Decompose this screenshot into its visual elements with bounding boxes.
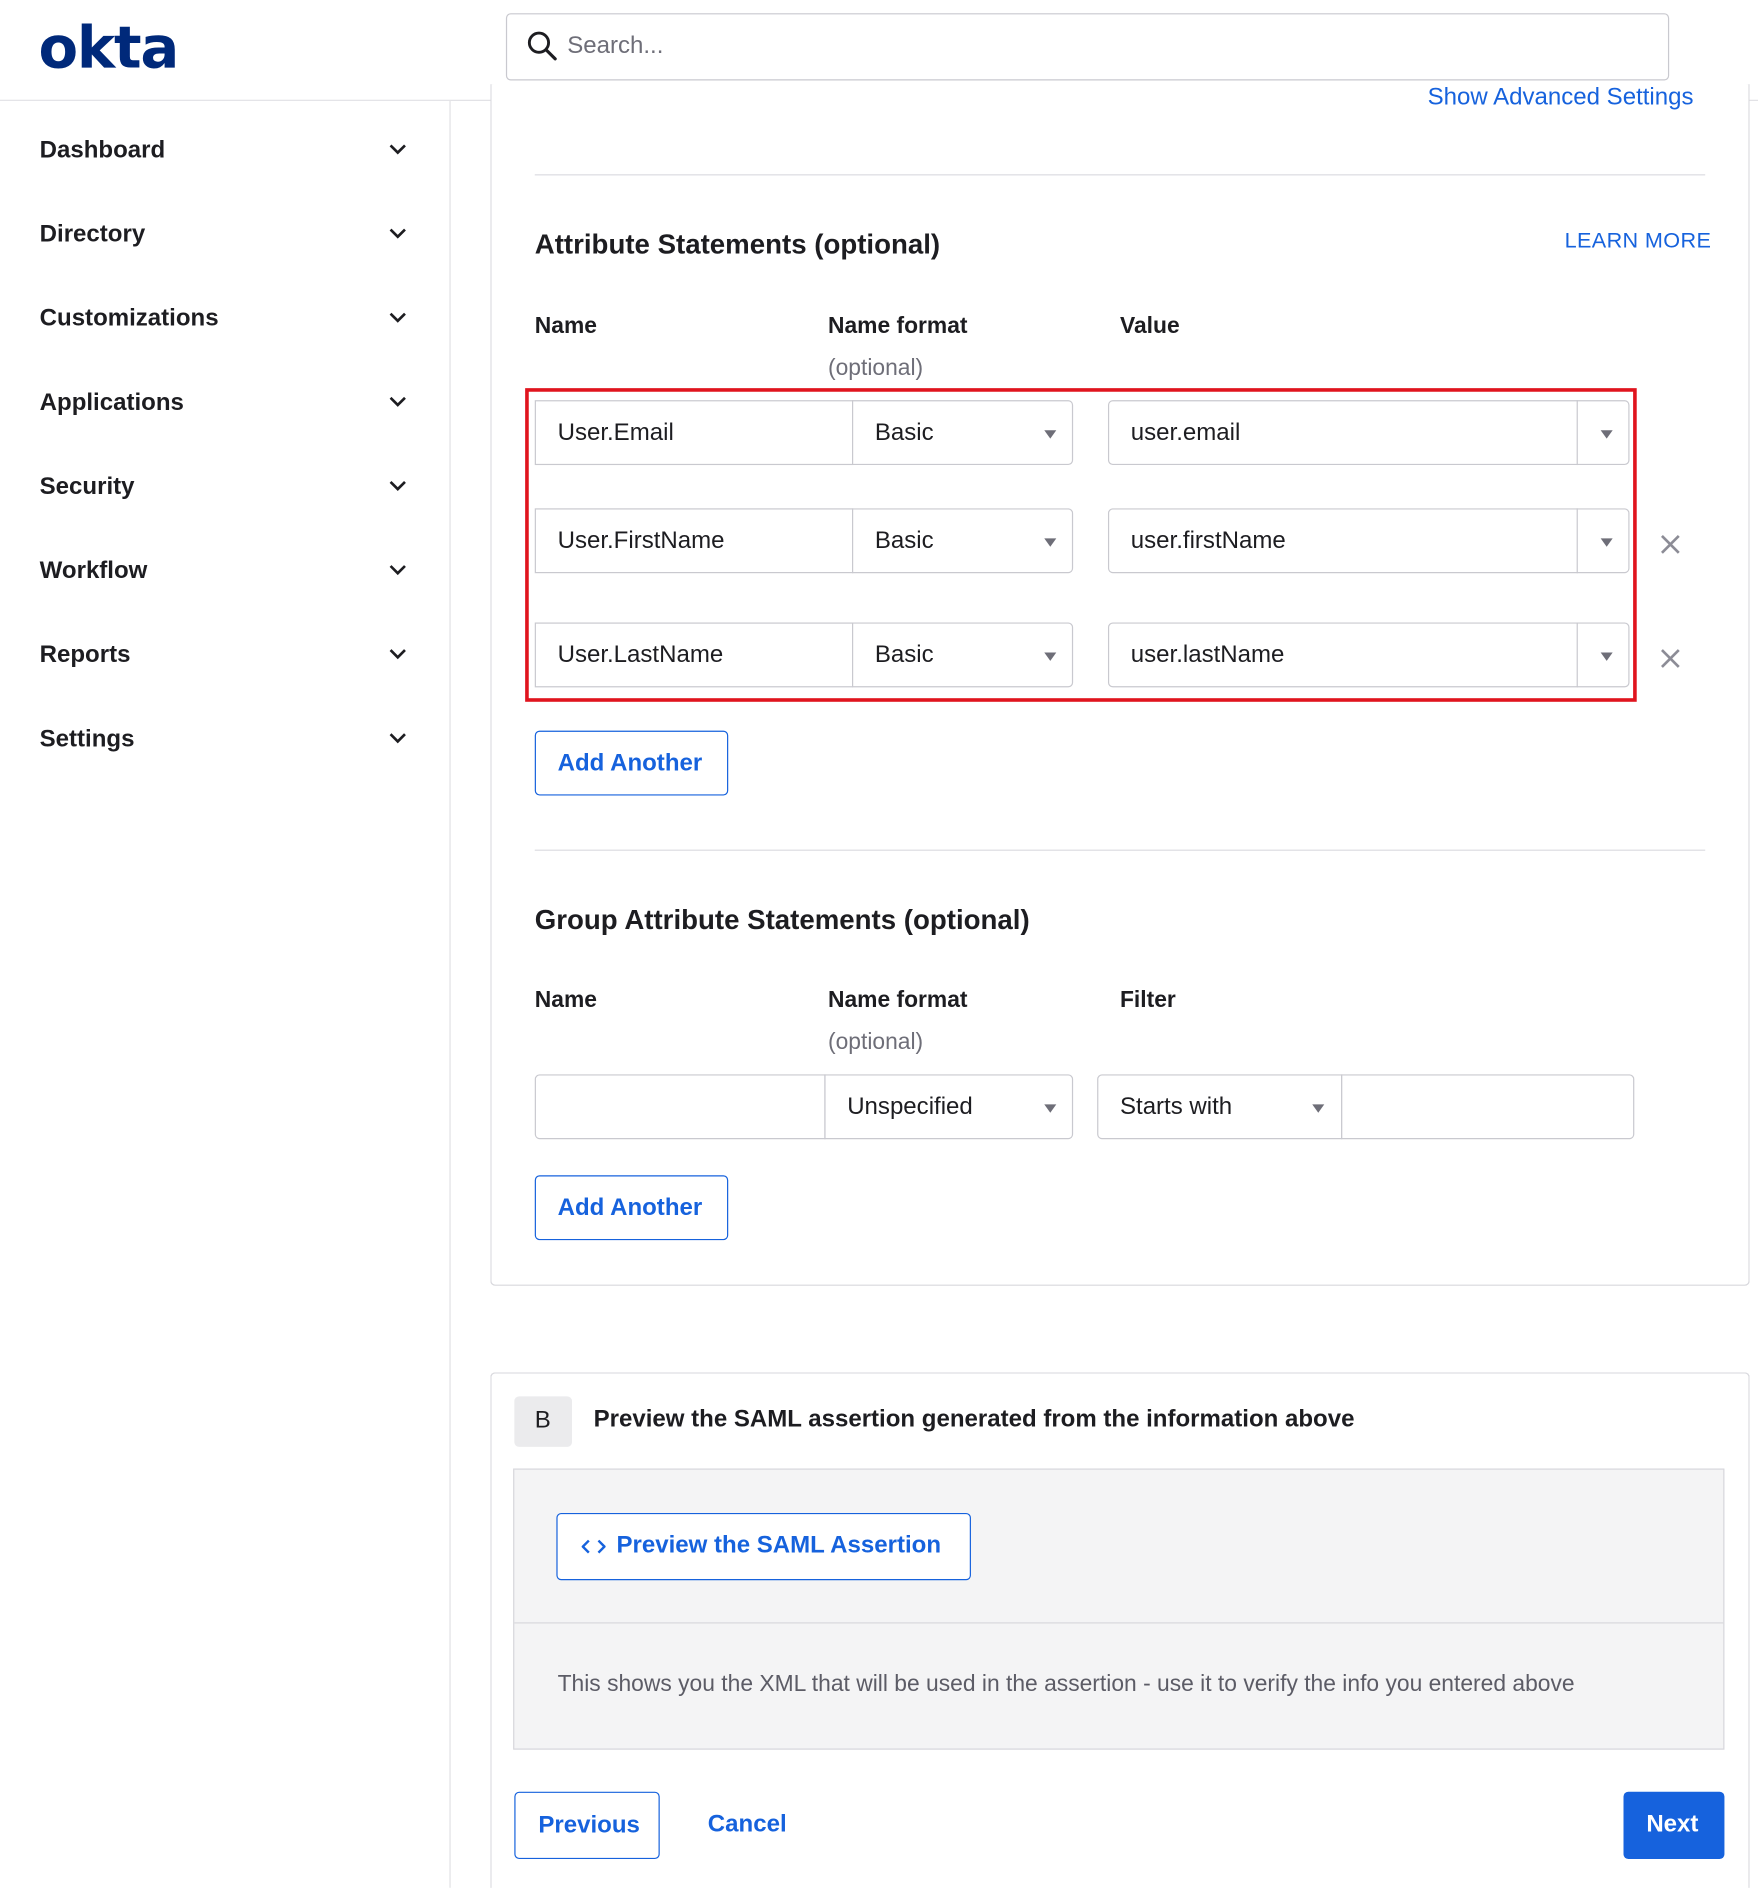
divider [514, 1622, 1724, 1624]
column-header-name-format: Name format [827, 313, 968, 339]
button-label: Add Another [557, 749, 703, 777]
column-header-optional: (optional) [827, 1029, 924, 1056]
sidebar-item-label: Directory [39, 221, 146, 248]
button-label: Add Another [557, 1194, 703, 1221]
sidebar-item-label: Reports [39, 641, 131, 669]
highlight-annotation [525, 388, 1637, 702]
preview-help-text: This shows you the XML that will be used… [557, 1671, 1575, 1697]
group-attribute-statements-title: Group Attribute Statements (optional) [534, 903, 1030, 935]
button-label: Next [1646, 1810, 1699, 1838]
name-format-value: Unspecified [847, 1093, 973, 1120]
button-label: Previous [538, 1812, 640, 1839]
group-name-format-select[interactable]: Unspecified [824, 1074, 1074, 1140]
sidebar-item-label: Applications [39, 389, 184, 416]
code-icon [581, 1539, 606, 1554]
add-another-attribute-button[interactable]: Add Another [534, 730, 729, 796]
sidebar-item-label: Dashboard [39, 136, 166, 164]
sidebar-item-workflow[interactable]: Workflow [0, 543, 449, 603]
preview-panel: Preview the SAML Assertion This shows yo… [513, 1468, 1725, 1750]
cancel-button[interactable]: Cancel [708, 1811, 787, 1839]
sidebar-item-reports[interactable]: Reports [0, 627, 449, 687]
chevron-down-icon [389, 312, 406, 323]
next-button[interactable]: Next [1623, 1791, 1725, 1860]
remove-row-icon[interactable] [1658, 532, 1682, 556]
sidebar: Dashboard Directory Customizations Appli… [0, 100, 451, 1888]
remove-row-icon[interactable] [1658, 647, 1682, 671]
group-name-input[interactable] [534, 1074, 826, 1140]
filter-type-select[interactable]: Starts with [1097, 1074, 1343, 1140]
filter-type-value: Starts with [1119, 1093, 1233, 1120]
column-header-filter: Filter [1119, 987, 1176, 1014]
learn-more-link[interactable]: LEARN MORE [1565, 228, 1712, 253]
step-letter: B [534, 1407, 551, 1434]
chevron-down-icon [389, 565, 406, 576]
chevron-down-icon [389, 733, 406, 744]
caret-down-icon [1044, 1104, 1057, 1113]
filter-value-input[interactable] [1341, 1074, 1635, 1140]
divider [534, 849, 1706, 851]
column-header-value: Value [1119, 313, 1180, 339]
search-icon [527, 31, 557, 61]
previous-button[interactable]: Previous [514, 1791, 660, 1860]
step-badge: B [514, 1396, 573, 1447]
button-label: Preview the SAML Assertion [616, 1532, 942, 1559]
sidebar-item-label: Settings [39, 725, 135, 753]
caret-down-icon [1312, 1104, 1325, 1113]
okta-logo[interactable]: okta [38, 14, 179, 81]
show-advanced-settings-link[interactable]: Show Advanced Settings [1428, 84, 1694, 112]
column-header-optional: (optional) [827, 355, 924, 381]
column-header-name-format: Name format [827, 987, 968, 1014]
sidebar-item-applications[interactable]: Applications [0, 375, 449, 435]
search-input[interactable]: Search... [505, 13, 1670, 81]
chevron-down-icon [389, 480, 406, 491]
preview-section-title: Preview the SAML assertion generated fro… [593, 1405, 1355, 1433]
sidebar-item-security[interactable]: Security [0, 459, 449, 519]
chevron-down-icon [389, 396, 406, 407]
search-placeholder: Search... [567, 32, 664, 59]
divider [534, 174, 1706, 176]
column-header-name: Name [534, 313, 597, 339]
attribute-statements-title: Attribute Statements (optional) [534, 228, 941, 260]
column-header-name: Name [534, 987, 597, 1014]
add-another-group-button[interactable]: Add Another [534, 1175, 729, 1241]
sidebar-item-label: Workflow [39, 557, 148, 585]
sidebar-item-customizations[interactable]: Customizations [0, 291, 449, 351]
sidebar-item-label: Customizations [39, 305, 219, 332]
sidebar-item-directory[interactable]: Directory [0, 207, 449, 267]
preview-saml-assertion-button[interactable]: Preview the SAML Assertion [556, 1512, 971, 1581]
chevron-down-icon [389, 144, 406, 155]
chevron-down-icon [389, 228, 406, 239]
chevron-down-icon [389, 649, 406, 660]
sidebar-item-dashboard[interactable]: Dashboard [0, 123, 449, 183]
sidebar-item-settings[interactable]: Settings [0, 711, 449, 771]
sidebar-item-label: Security [39, 473, 135, 500]
